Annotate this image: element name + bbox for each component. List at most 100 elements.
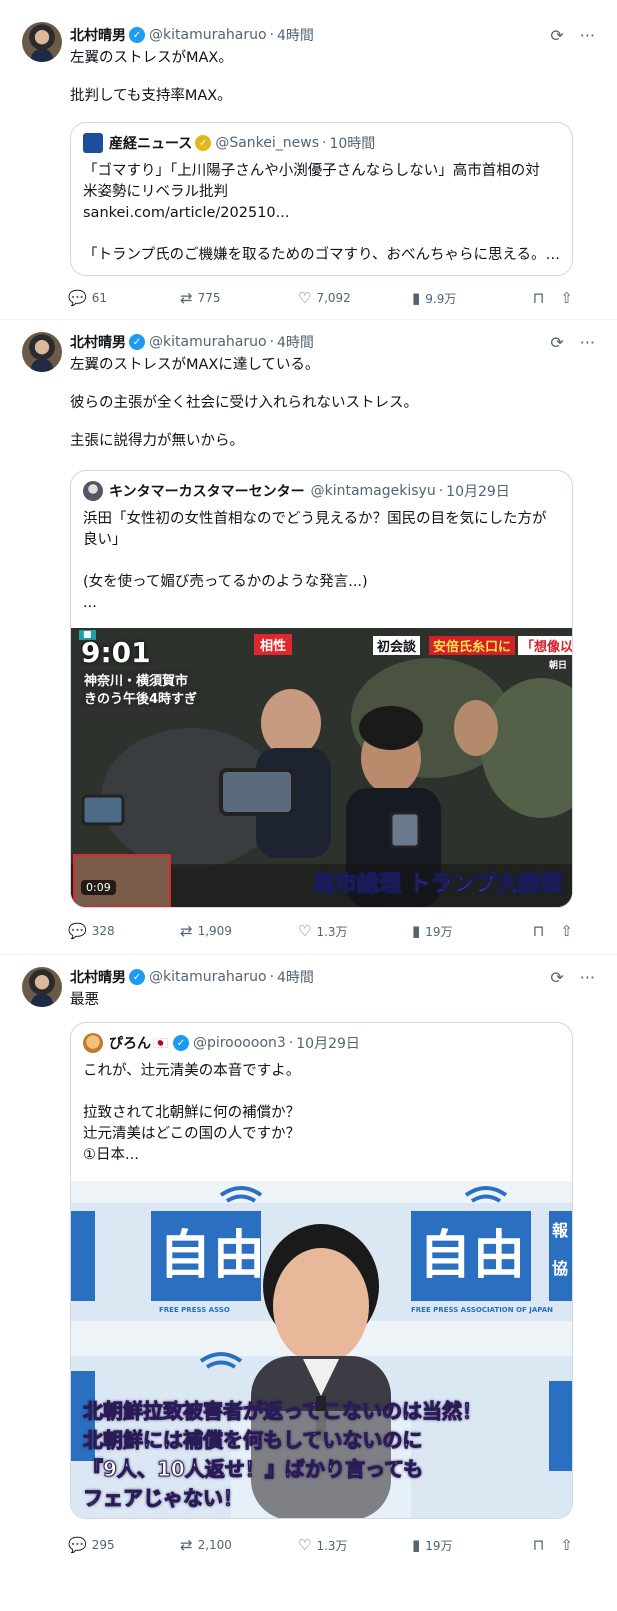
views-button[interactable]: ▮ 9.9万 xyxy=(412,290,456,307)
repost-button[interactable]: ⇄ 2,100 xyxy=(180,1535,232,1554)
org-logo: 自由 xyxy=(159,1226,268,1286)
verified-icon: ✓ xyxy=(195,135,212,151)
more-icon[interactable]: ··· xyxy=(580,968,595,987)
video-clock: 9:01 xyxy=(81,636,151,669)
video-when: きのう午後4時すぎ xyxy=(81,688,201,707)
video-location: 神奈川・横須賀市 xyxy=(81,670,192,689)
quote-timestamp: 10月29日 xyxy=(296,1036,360,1052)
article-link[interactable]: sankei.com/article/202510... xyxy=(83,203,560,224)
views-button[interactable]: ▮ 19万 xyxy=(412,923,453,940)
bookmark-icon[interactable]: ⊓ xyxy=(533,289,545,307)
views-icon: ▮ xyxy=(412,288,421,307)
video-player[interactable]: ■ 9:01 神奈川・横須賀市 きのう午後4時すぎ 相性 初会談 安倍氏糸口に … xyxy=(71,628,572,907)
verified-icon: ✓ xyxy=(172,1035,189,1051)
avatar[interactable] xyxy=(22,967,62,1007)
author-name[interactable]: 北村晴男 xyxy=(70,967,126,987)
quote-author-name: ぴろん xyxy=(109,1036,151,1052)
tweet-text: 左翼のストレスがMAX。 批判しても支持率MAX。 xyxy=(70,50,233,104)
quoted-tweet[interactable]: 産経ニュース ✓ @Sankei_news · 10時間 「ゴマすり」「上川陽子… xyxy=(70,122,573,276)
repost-button[interactable]: ⇄ 1,909 xyxy=(180,921,232,940)
quoted-tweet[interactable]: キンタマーカスタマーセンター @kintamagekisyu · 10月29日 … xyxy=(70,470,573,908)
author-name[interactable]: 北村晴男 xyxy=(70,332,126,352)
quote-timestamp: 10月29日 xyxy=(446,484,510,500)
more-icon[interactable]: ··· xyxy=(580,333,595,352)
quote-text: 浜田「女性初の女性首相なのでどう見えるか？国民の目を気にした方が 良い」 (女を… xyxy=(83,511,547,611)
author-handle[interactable]: @kitamuraharuo xyxy=(149,334,267,350)
org-name: FREE PRESS ASSOCIATION OF JAPAN xyxy=(411,1306,554,1314)
tweet[interactable]: 北村晴男 ✓ @kitamuraharuo · 4時間 ⟳ ··· 左翼のストレ… xyxy=(0,320,617,955)
like-icon: ♡ xyxy=(298,921,312,940)
like-button[interactable]: ♡ 1.3万 xyxy=(298,923,348,940)
verified-icon: ✓ xyxy=(129,969,145,985)
like-button[interactable]: ♡ 7,092 xyxy=(298,290,351,306)
share-icon[interactable]: ⇧ xyxy=(560,1536,573,1554)
video-banner-a: 初会談 xyxy=(373,636,421,655)
repost-button[interactable]: ⇄ 775 xyxy=(180,288,220,307)
video-caption: 高市総理 トランプ大統領 xyxy=(313,872,563,898)
verified-icon: ✓ xyxy=(129,27,145,43)
grok-icon[interactable]: ⟳ xyxy=(550,333,563,352)
views-button[interactable]: ▮ 19万 xyxy=(412,1537,453,1554)
org-side: 報 xyxy=(552,1221,569,1240)
quote-text: これが、辻元清美の本音ですよ。 拉致されて北朝鮮に何の補償か？ 辻元清美はどこの… xyxy=(83,1063,301,1163)
video-duration: 0:09 xyxy=(81,880,116,895)
views-icon: ▮ xyxy=(412,921,421,940)
caption-line: 北朝鮮拉致被害者が返ってこないのは当然！ xyxy=(83,1399,483,1424)
share-icon[interactable]: ⇧ xyxy=(560,289,573,307)
author-name[interactable]: 北村晴男 xyxy=(70,25,126,45)
grok-icon[interactable]: ⟳ xyxy=(550,26,563,45)
bookmark-icon[interactable]: ⊓ xyxy=(533,922,545,940)
tweet-actions: 💬 295 ⇄ 2,100 ♡ 1.3万 ▮ 19万 ⊓ ⇧ xyxy=(68,1535,573,1555)
caption-line: 北朝鮮には補償を何もしていないのに xyxy=(82,1428,423,1453)
repost-icon: ⇄ xyxy=(180,921,193,940)
more-icon[interactable]: ··· xyxy=(580,26,595,45)
verified-icon: ✓ xyxy=(129,334,145,350)
reply-icon: 💬 xyxy=(68,921,87,940)
org-side: 協 xyxy=(552,1259,569,1278)
reply-icon: 💬 xyxy=(68,1535,87,1554)
quote-author-handle: @kintamagekisyu xyxy=(310,483,436,499)
quote-avatar xyxy=(83,133,103,153)
caption-line: フェアじゃない！ xyxy=(83,1486,244,1511)
like-button[interactable]: ♡ 1.3万 xyxy=(298,1537,348,1554)
org-name: FREE PRESS ASSO xyxy=(159,1306,230,1314)
org-logo: 自由 xyxy=(419,1226,528,1286)
like-icon: ♡ xyxy=(298,1535,312,1554)
timestamp[interactable]: 4時間 xyxy=(277,967,314,987)
quote-avatar xyxy=(83,1033,103,1053)
tweet-header: 北村晴男 ✓ @kitamuraharuo · 4時間 xyxy=(70,332,314,352)
tweet-header: 北村晴男 ✓ @kitamuraharuo · 4時間 xyxy=(70,967,314,987)
reply-button[interactable]: 💬 295 xyxy=(68,1535,115,1554)
quote-author-handle: @Sankei_news xyxy=(215,135,319,151)
tweet[interactable]: 北村晴男 ✓ @kitamuraharuo · 4時間 ⟳ ··· 左翼のストレ… xyxy=(0,0,617,320)
flag-icon: 🇯🇵 xyxy=(153,1036,168,1050)
grok-icon[interactable]: ⟳ xyxy=(550,968,563,987)
tweet-text: 左翼のストレスがMAXに達している。 彼らの主張が全く社会に受け入れられないスト… xyxy=(70,357,418,449)
quote-text: 「ゴマすり」「上川陽子さんや小渕優子さんならしない」高市首相の対 米姿勢にリベラ… xyxy=(83,163,560,263)
repost-icon: ⇄ xyxy=(180,288,193,307)
avatar[interactable] xyxy=(22,332,62,372)
video-corner: 朝日 xyxy=(549,661,568,671)
reply-button[interactable]: 💬 328 xyxy=(68,921,115,940)
reply-button[interactable]: 💬 61 xyxy=(68,288,107,307)
quote-author-handle: @pirooooon3 xyxy=(192,1035,286,1051)
quote-avatar xyxy=(83,481,103,501)
quote-image[interactable]: 自由 自由 FREE PRESS ASSO FREE PRESS ASSOCIA… xyxy=(71,1181,572,1518)
reply-icon: 💬 xyxy=(68,288,87,307)
tweet-header: 北村晴男 ✓ @kitamuraharuo · 4時間 xyxy=(70,25,314,45)
tweet-actions: 💬 61 ⇄ 775 ♡ 7,092 ▮ 9.9万 ⊓ ⇧ xyxy=(68,288,573,308)
quote-author-name: 産経ニュース xyxy=(109,136,193,152)
share-icon[interactable]: ⇧ xyxy=(560,922,573,940)
caption-line: 『9人、10人返せ！』ばかり言っても xyxy=(82,1457,424,1482)
timestamp[interactable]: 4時間 xyxy=(277,332,314,352)
quoted-tweet[interactable]: ぴろん 🇯🇵 ✓ @pirooooon3 · 10月29日 これが、辻元清美の本… xyxy=(70,1022,573,1519)
tweet-actions: 💬 328 ⇄ 1,909 ♡ 1.3万 ▮ 19万 ⊓ ⇧ xyxy=(68,921,573,941)
avatar[interactable] xyxy=(22,22,62,62)
bookmark-icon[interactable]: ⊓ xyxy=(533,1536,545,1554)
views-icon: ▮ xyxy=(412,1535,421,1554)
author-handle[interactable]: @kitamuraharuo xyxy=(149,27,267,43)
author-handle[interactable]: @kitamuraharuo xyxy=(149,969,267,985)
repost-icon: ⇄ xyxy=(180,1535,193,1554)
timestamp[interactable]: 4時間 xyxy=(277,25,314,45)
tweet[interactable]: 北村晴男 ✓ @kitamuraharuo · 4時間 ⟳ ··· 最悪 ぴろん… xyxy=(0,955,617,1611)
